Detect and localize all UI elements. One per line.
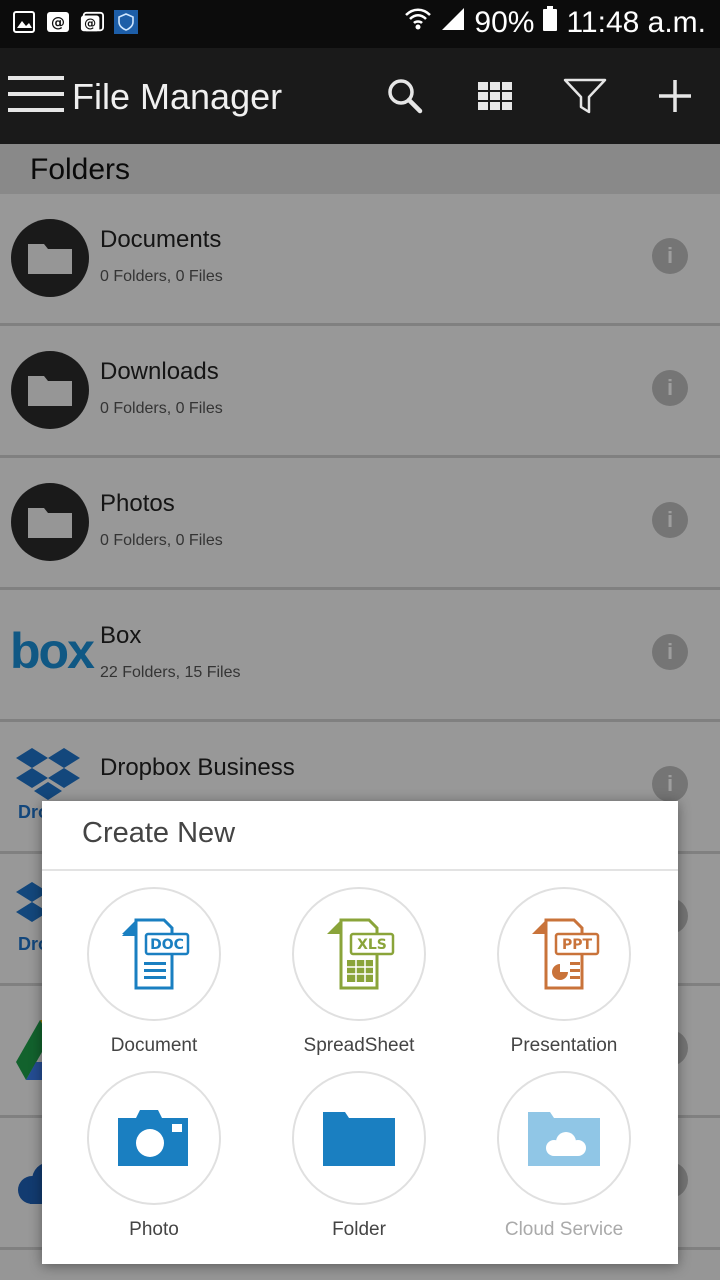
create-presentation-button[interactable]: PPT Presentation	[459, 887, 669, 1067]
option-circle	[292, 1071, 426, 1205]
doc-file-icon: DOC	[122, 918, 190, 990]
option-circle	[87, 1071, 221, 1205]
mail-at-icon-2: @	[80, 10, 104, 34]
xls-file-icon: XLS	[327, 918, 395, 990]
folder-icon	[323, 1112, 395, 1166]
create-photo-button[interactable]: Photo	[49, 1071, 259, 1251]
doc-badge: DOC	[150, 937, 184, 953]
grid-view-icon[interactable]	[471, 72, 519, 120]
create-document-button[interactable]: DOC Document	[49, 887, 259, 1067]
filter-icon[interactable]	[561, 72, 609, 120]
screen: @ @ 90% 11:48 a.m. File Manager Folders …	[0, 0, 720, 1280]
option-circle: DOC	[87, 887, 221, 1021]
battery-icon	[542, 6, 558, 40]
option-label: Photo	[129, 1219, 179, 1240]
option-label: SpreadSheet	[303, 1035, 415, 1056]
xls-badge: XLS	[357, 937, 387, 953]
dialog-divider	[42, 869, 678, 871]
shield-app-icon	[114, 10, 138, 34]
option-circle: XLS	[292, 887, 426, 1021]
option-label: Presentation	[510, 1035, 618, 1056]
mail-at-icon: @	[46, 10, 70, 34]
status-bar: @ @ 90% 11:48 a.m.	[0, 0, 720, 48]
clock: 11:48 a.m.	[566, 6, 706, 39]
dialog-title: Create New	[82, 817, 236, 849]
gallery-icon	[12, 10, 36, 34]
option-label: Folder	[332, 1219, 386, 1240]
option-circle	[497, 1071, 631, 1205]
menu-icon[interactable]	[8, 76, 64, 116]
app-bar: File Manager	[0, 48, 720, 144]
option-label: Cloud Service	[504, 1219, 624, 1240]
cloud-folder-icon	[528, 1112, 600, 1166]
add-icon[interactable]	[651, 72, 699, 120]
wifi-icon	[404, 6, 432, 40]
create-spreadsheet-button[interactable]: XLS SpreadSheet	[254, 887, 464, 1067]
search-icon[interactable]	[381, 72, 429, 120]
app-title: File Manager	[72, 76, 283, 117]
create-new-dialog: Create New DOC Document XLS SpreadSheet …	[42, 801, 678, 1264]
svg-text:@: @	[51, 15, 65, 31]
create-folder-button[interactable]: Folder	[254, 1071, 464, 1251]
signal-icon	[440, 6, 466, 40]
ppt-badge: PPT	[562, 937, 593, 953]
battery-level: 90%	[474, 6, 535, 39]
camera-icon	[118, 1110, 188, 1166]
option-label: Document	[110, 1035, 198, 1056]
ppt-file-icon: PPT	[532, 918, 600, 990]
option-circle: PPT	[497, 887, 631, 1021]
create-cloud-service-button: Cloud Service	[459, 1071, 669, 1251]
svg-text:@: @	[84, 17, 96, 31]
